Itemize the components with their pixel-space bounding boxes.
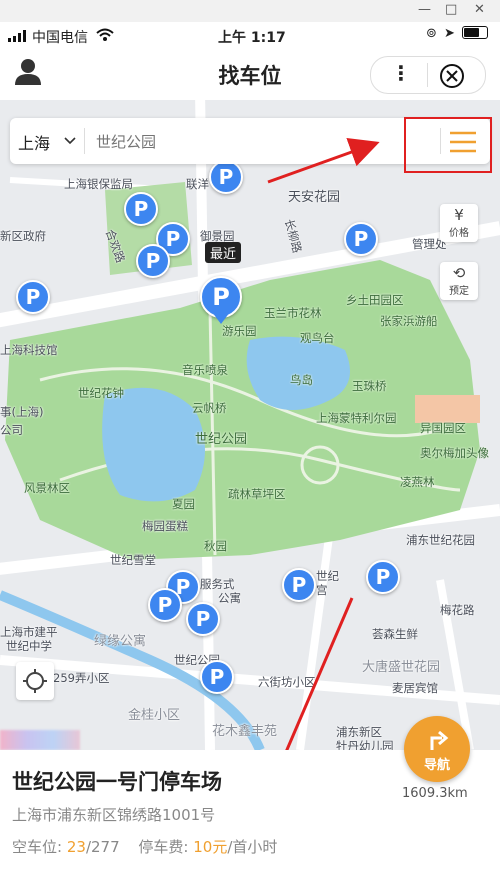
minimize-icon[interactable]: — — [418, 2, 431, 17]
maximize-icon[interactable]: □ — [445, 2, 457, 17]
turn-right-icon — [430, 730, 449, 750]
distance-label: 1609.3km — [402, 786, 468, 801]
clock-time: 上午 1:17 — [218, 30, 286, 46]
carrier-label: 中国电信 — [32, 30, 88, 46]
close-window-icon[interactable]: ✕ — [474, 2, 485, 17]
window-titlebar: — □ ✕ — [0, 0, 500, 22]
nav-header: 找车位 ⋮ — [0, 50, 500, 100]
spaces-total: /277 — [85, 838, 120, 856]
parking-stats: 空车位: 23/277 停车费: 10元/首小时 — [12, 836, 277, 857]
fee-value: 10元 — [193, 838, 228, 856]
status-bar: 中国电信 上午 1:17 ⊚ ➤ — [0, 22, 500, 50]
navigate-button[interactable]: 导航 — [404, 716, 470, 782]
miniprogram-capsule: ⋮ — [370, 56, 486, 94]
spaces-label: 空车位: — [12, 838, 63, 856]
parking-address: 上海市浦东新区锦绣路1001号 — [12, 806, 216, 824]
fee-label: 停车费: — [138, 838, 189, 856]
close-miniprogram-icon[interactable] — [439, 63, 465, 89]
location-icon: ➤ — [444, 26, 455, 41]
battery-icon — [462, 26, 488, 39]
parking-name: 世纪公园一号门停车场 — [12, 770, 222, 794]
navigate-label: 导航 — [423, 758, 450, 773]
rotation-lock-icon: ⊚ — [426, 26, 437, 41]
wifi-icon — [96, 28, 114, 41]
fee-unit: /首小时 — [227, 838, 278, 856]
spaces-free: 23 — [66, 838, 86, 856]
signal-icon — [8, 30, 26, 42]
capsule-divider — [427, 63, 428, 87]
annotation-arrows — [257, 137, 380, 814]
parking-detail-card[interactable]: 世纪公园一号门停车场 上海市浦东新区锦绣路1001号 空车位: 23/277 停… — [0, 716, 500, 890]
more-menu-icon[interactable]: ⋮ — [391, 61, 411, 85]
